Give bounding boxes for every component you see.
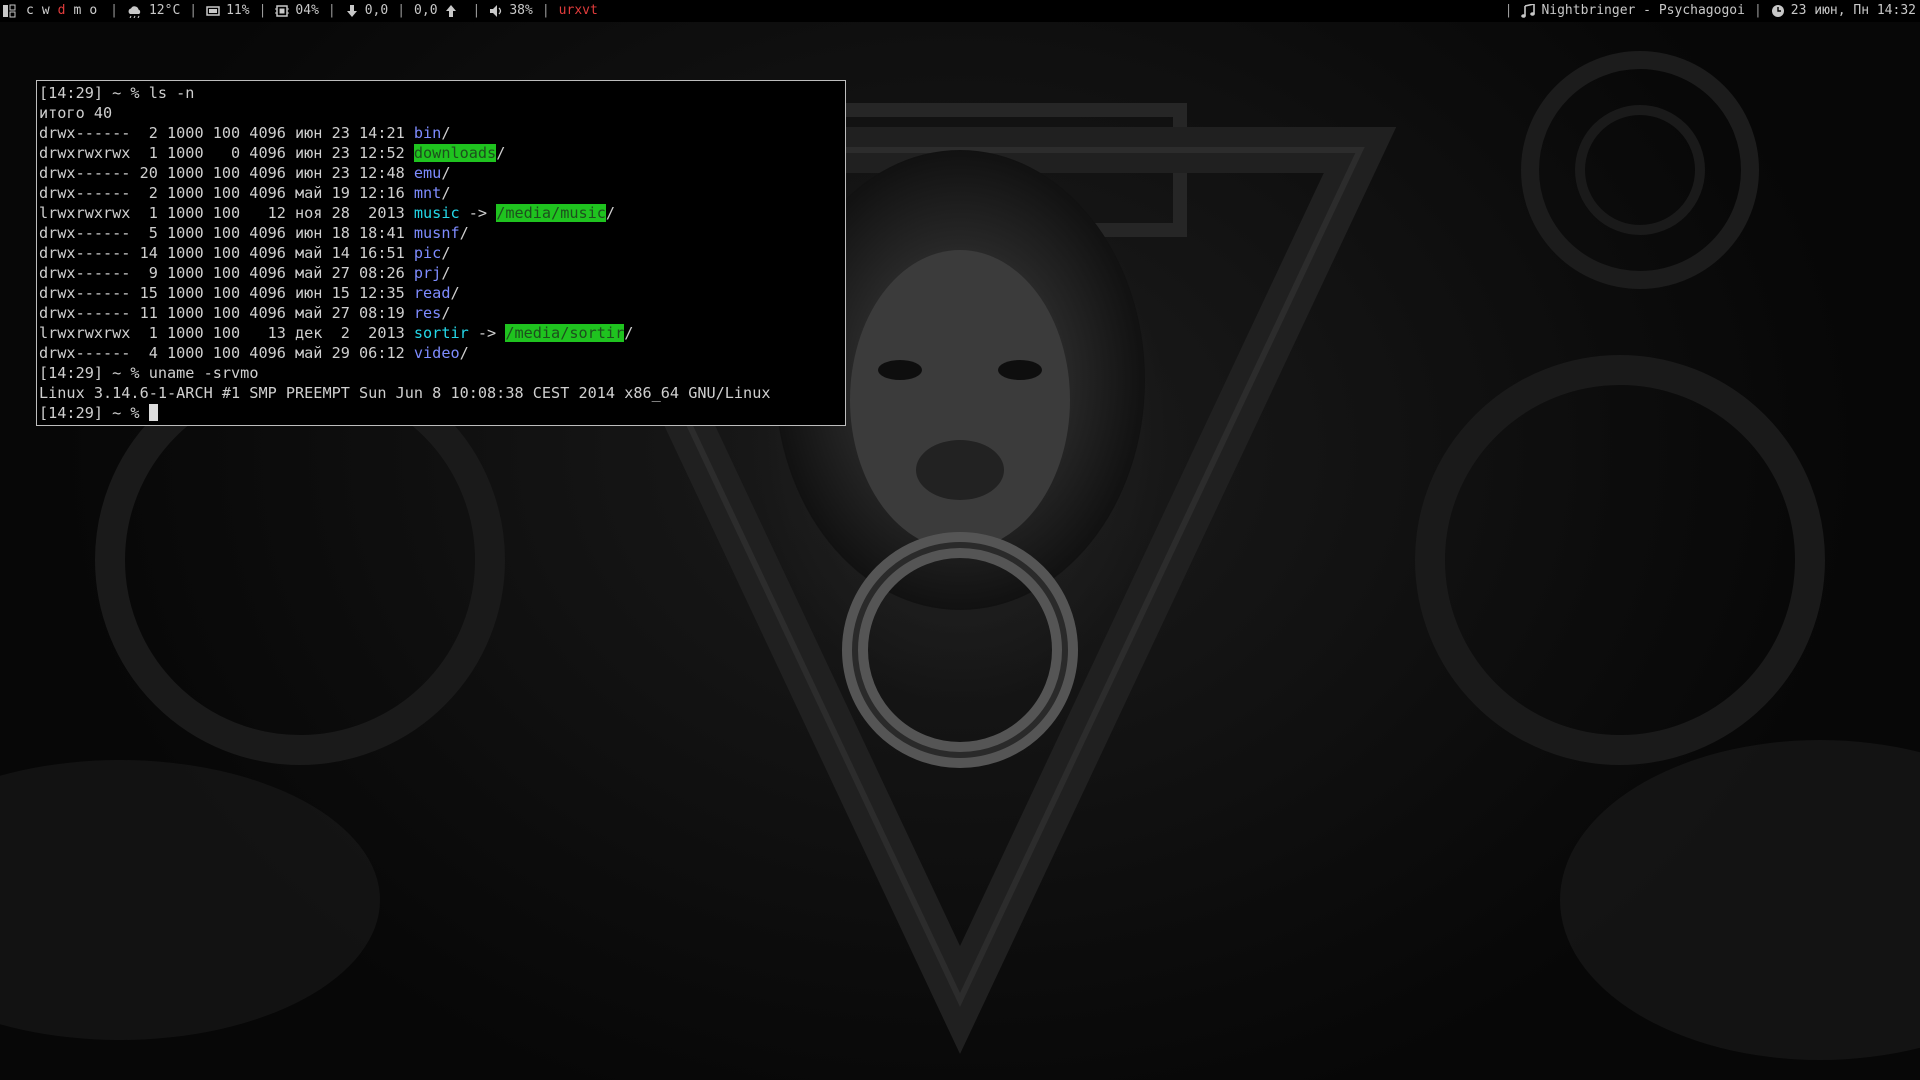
workspace-w[interactable]: w xyxy=(38,0,54,22)
ls-entry: drwx------ 5 1000 100 4096 июн 18 18:41 … xyxy=(39,223,843,243)
status-bar-right: | Nightbringer - Psychagogoi | 23 июн, П… xyxy=(1496,0,1920,22)
prompt: [14:29] ~ % xyxy=(39,84,149,102)
entry-name: res xyxy=(413,304,442,322)
entry-suffix: / xyxy=(441,244,451,262)
entry-name: sortir xyxy=(413,324,469,342)
workspace-d[interactable]: d xyxy=(54,0,70,22)
entry-suffix: / xyxy=(441,184,451,202)
entry-name: mnt xyxy=(413,184,442,202)
temperature-value: 12°C xyxy=(148,3,181,18)
weather-cloud-icon xyxy=(128,6,141,18)
entry-suffix: / xyxy=(605,204,616,222)
link-arrow: -> xyxy=(459,204,497,222)
terminal-line: итого 40 xyxy=(39,104,113,122)
speaker-icon[interactable] xyxy=(489,4,503,18)
memory-icon xyxy=(275,5,290,17)
entry-name: read xyxy=(413,284,451,302)
ls-entry: lrwxrwxrwx 1 1000 100 13 дек 2 2013 sort… xyxy=(39,323,843,343)
entry-suffix: / xyxy=(441,264,451,282)
command: uname -srvmo xyxy=(148,364,259,382)
now-playing[interactable]: Nightbringer - Psychagogoi xyxy=(1541,0,1745,22)
ls-entry: drwx------ 4 1000 100 4096 май 29 06:12 … xyxy=(39,343,843,363)
entry-name: video xyxy=(413,344,460,362)
entry-meta: drwx------ 15 1000 100 4096 июн 15 12:35 xyxy=(39,284,414,302)
link-target: /media/music xyxy=(496,204,606,222)
ls-entry: drwx------ 2 1000 100 4096 май 19 12:16 … xyxy=(39,183,843,203)
date-time: 23 июн, Пн 14:32 xyxy=(1790,3,1916,18)
cpu-usage: 11% xyxy=(226,3,250,18)
entry-meta: drwx------ 14 1000 100 4096 май 14 16:51 xyxy=(39,244,414,262)
entry-meta: drwx------ 2 1000 100 4096 июн 23 14:21 xyxy=(39,124,414,142)
entry-name: prj xyxy=(413,264,442,282)
arrow-up-icon xyxy=(445,5,456,17)
entry-suffix: / xyxy=(441,304,451,322)
entry-suffix: / xyxy=(441,164,451,182)
terminal-line: [14:29] ~ % uname -srvmo xyxy=(39,363,843,383)
separator: | xyxy=(1753,3,1762,18)
music-note-icon xyxy=(1521,4,1536,18)
separator: | xyxy=(397,3,406,18)
entry-meta: drwx------ 11 1000 100 4096 май 27 08:19 xyxy=(39,304,414,322)
entry-meta: lrwxrwxrwx 1 1000 100 12 ноя 28 2013 xyxy=(39,204,414,222)
separator: | xyxy=(1504,3,1513,18)
entry-meta: drwx------ 9 1000 100 4096 май 27 08:26 xyxy=(39,264,414,282)
entry-name: music xyxy=(413,204,460,222)
separator: | xyxy=(327,3,336,18)
entry-meta: drwx------ 2 1000 100 4096 май 19 12:16 xyxy=(39,184,414,202)
ls-entry: drwx------ 11 1000 100 4096 май 27 08:19… xyxy=(39,303,843,323)
ls-entry: drwx------ 20 1000 100 4096 июн 23 12:48… xyxy=(39,163,843,183)
entry-suffix: / xyxy=(450,284,460,302)
ls-entry: drwx------ 15 1000 100 4096 июн 15 12:35… xyxy=(39,283,843,303)
entry-meta: drwx------ 20 1000 100 4096 июн 23 12:48 xyxy=(39,164,414,182)
cpu-icon xyxy=(206,6,220,16)
separator: | xyxy=(472,3,481,18)
uname-output: Linux 3.14.6-1-ARCH #1 SMP PREEMPT Sun J… xyxy=(39,384,771,402)
entry-suffix: / xyxy=(496,144,506,162)
separator: | xyxy=(258,3,267,18)
entry-name: bin xyxy=(413,124,442,142)
terminal-window[interactable]: [14:29] ~ % ls -n итого 40 drwx------ 2 … xyxy=(36,80,846,426)
workspace-o[interactable]: o xyxy=(85,0,101,22)
ls-entry: drwx------ 9 1000 100 4096 май 27 08:26 … xyxy=(39,263,843,283)
status-bar-left: c w d m o | 12°C | 11% | 04% | 0,0 | 0,0… xyxy=(0,0,598,22)
link-target: /media/sortir xyxy=(505,324,625,342)
net-down-value: 0,0 xyxy=(364,3,389,18)
arrow-down-icon xyxy=(346,5,357,17)
ls-entry: drwx------ 14 1000 100 4096 май 14 16:51… xyxy=(39,243,843,263)
terminal-line[interactable]: [14:29] ~ % xyxy=(39,403,843,423)
separator: | xyxy=(541,3,550,18)
entry-name: musnf xyxy=(413,224,460,242)
entry-name: downloads xyxy=(413,144,497,162)
ls-entry: lrwxrwxrwx 1 1000 100 12 ноя 28 2013 mus… xyxy=(39,203,843,223)
volume-level[interactable]: 38% xyxy=(509,0,532,22)
layout-icon[interactable] xyxy=(2,4,16,18)
ls-entry: drwx------ 2 1000 100 4096 июн 23 14:21 … xyxy=(39,123,843,143)
separator: | xyxy=(189,3,198,18)
entry-meta: drwx------ 5 1000 100 4096 июн 18 18:41 xyxy=(39,224,414,242)
entry-suffix: / xyxy=(459,224,469,242)
entry-suffix: / xyxy=(441,124,451,142)
entry-suffix: / xyxy=(624,324,634,342)
text-cursor[interactable] xyxy=(148,404,158,421)
separator: | xyxy=(110,3,118,18)
terminal-line: [14:29] ~ % ls -n xyxy=(39,83,843,103)
window-title: urxvt xyxy=(558,3,598,18)
entry-meta: drwxrwxrwx 1 1000 0 4096 июн 23 12:52 xyxy=(39,144,414,162)
entry-suffix: / xyxy=(459,344,469,362)
entry-name: pic xyxy=(413,244,442,262)
command: ls -n xyxy=(148,84,195,102)
link-arrow: -> xyxy=(468,324,506,342)
workspace-m[interactable]: m xyxy=(69,0,85,22)
prompt: [14:29] ~ % xyxy=(39,364,149,382)
entry-name: emu xyxy=(413,164,442,182)
memory-usage: 04% xyxy=(295,3,319,18)
entry-meta: lrwxrwxrwx 1 1000 100 13 дек 2 2013 xyxy=(39,324,414,342)
net-up-value: 0,0 xyxy=(414,3,438,18)
ls-entry: drwxrwxrwx 1 1000 0 4096 июн 23 12:52 do… xyxy=(39,143,843,163)
workspace-c[interactable]: c xyxy=(22,0,38,22)
status-bar: c w d m o | 12°C | 11% | 04% | 0,0 | 0,0… xyxy=(0,0,1920,22)
clock-icon xyxy=(1771,5,1784,17)
entry-meta: drwx------ 4 1000 100 4096 май 29 06:12 xyxy=(39,344,414,362)
prompt: [14:29] ~ % xyxy=(39,404,149,422)
